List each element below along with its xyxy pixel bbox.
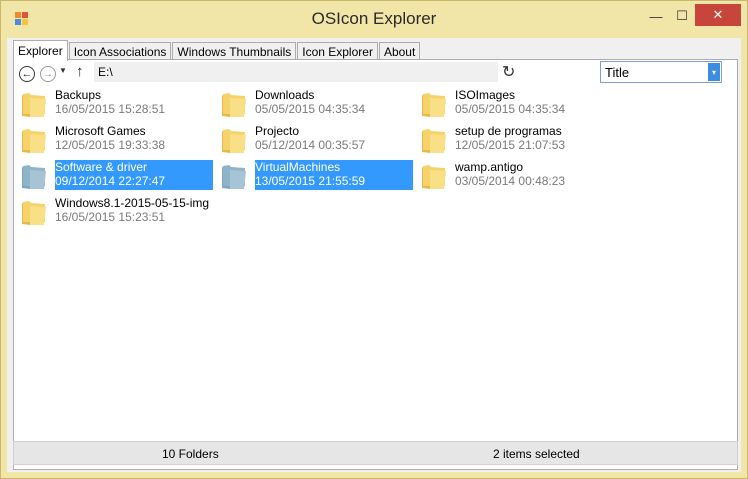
close-button[interactable]: ✕ — [695, 4, 741, 26]
list-item[interactable]: setup de programas 12/05/2015 21:07:53 — [415, 122, 615, 156]
folder-date: 09/12/2014 22:27:47 — [55, 174, 166, 188]
item-text: Backups 16/05/2015 15:28:51 — [55, 88, 213, 118]
folder-icon — [21, 162, 47, 190]
refresh-icon[interactable]: ↻ — [502, 62, 515, 82]
address-bar[interactable]: E:\ — [94, 62, 498, 82]
folder-name: Windows8.1-2015-05-15-img — [55, 196, 210, 210]
tab-strip: Explorer Icon Associations Windows Thumb… — [13, 40, 421, 61]
tab-explorer[interactable]: Explorer — [13, 40, 68, 61]
chevron-down-icon[interactable]: ▾ — [708, 63, 720, 81]
client-area: Explorer Icon Associations Windows Thumb… — [7, 38, 741, 472]
folder-icon — [421, 162, 447, 190]
folder-name: ISOImages — [455, 88, 516, 102]
folder-icon — [21, 198, 47, 226]
folder-name: Microsoft Games — [55, 124, 146, 138]
folder-date: 16/05/2015 15:23:51 — [55, 210, 166, 224]
app-window: OSIcon Explorer — ☐ ✕ Explorer Icon Asso… — [0, 0, 748, 479]
status-bar: 10 Folders 2 items selected — [13, 441, 738, 465]
folder-list: Backups 16/05/2015 15:28:51 Downloads 05… — [15, 86, 726, 436]
item-text: Microsoft Games 12/05/2015 19:33:38 — [55, 124, 213, 154]
maximize-button[interactable]: ☐ — [667, 5, 697, 27]
folder-icon — [421, 90, 447, 118]
title-bar[interactable]: OSIcon Explorer — ☐ ✕ — [1, 1, 747, 37]
forward-arrow-icon: → — [42, 68, 54, 80]
item-text: setup de programas 12/05/2015 21:07:53 — [455, 124, 613, 154]
folder-date: 05/05/2015 04:35:34 — [255, 102, 366, 116]
folder-name: Downloads — [255, 88, 315, 102]
folder-icon — [21, 126, 47, 154]
item-text: Software & driver 09/12/2014 22:27:47 — [55, 160, 213, 190]
list-item[interactable]: Software & driver 09/12/2014 22:27:47 — [15, 158, 215, 192]
sort-select[interactable]: Title ▾ — [600, 61, 722, 83]
item-text: Projecto 05/12/2014 00:35:57 — [255, 124, 413, 154]
item-text: Downloads 05/05/2015 04:35:34 — [255, 88, 413, 118]
folder-icon — [21, 90, 47, 118]
item-text: wamp.antigo 03/05/2014 00:48:23 — [455, 160, 613, 190]
folder-date: 03/05/2014 00:48:23 — [455, 174, 566, 188]
sort-select-value: Title — [605, 65, 630, 80]
folder-icon — [221, 162, 247, 190]
list-item[interactable]: wamp.antigo 03/05/2014 00:48:23 — [415, 158, 615, 192]
folder-date: 05/12/2014 00:35:57 — [255, 138, 366, 152]
folder-name: Projecto — [255, 124, 300, 138]
explorer-panel: ← → ▼ ↑ E:\ ↻ Title ▾ Backups 16/05/2015… — [13, 59, 738, 470]
folder-date: 13/05/2015 21:55:59 — [255, 174, 366, 188]
back-button[interactable]: ← — [19, 66, 35, 82]
list-item[interactable]: Windows8.1-2015-05-15-img 16/05/2015 15:… — [15, 194, 215, 228]
folder-name: Backups — [55, 88, 102, 102]
list-item[interactable]: Downloads 05/05/2015 04:35:34 — [215, 86, 415, 120]
folder-count: 10 Folders — [162, 447, 219, 461]
folder-date: 16/05/2015 15:28:51 — [55, 102, 166, 116]
list-item[interactable]: Microsoft Games 12/05/2015 19:33:38 — [15, 122, 215, 156]
folder-icon — [221, 90, 247, 118]
selection-count: 2 items selected — [493, 447, 580, 461]
item-text: ISOImages 05/05/2015 04:35:34 — [455, 88, 613, 118]
folder-name: setup de programas — [455, 124, 562, 138]
folder-name: wamp.antigo — [455, 160, 524, 174]
folder-name: Software & driver — [55, 160, 148, 174]
folder-icon — [421, 126, 447, 154]
list-item[interactable]: Backups 16/05/2015 15:28:51 — [15, 86, 215, 120]
forward-button[interactable]: → — [40, 66, 56, 82]
list-item[interactable]: Projecto 05/12/2014 00:35:57 — [215, 122, 415, 156]
folder-date: 12/05/2015 21:07:53 — [455, 138, 566, 152]
back-arrow-icon: ← — [21, 68, 33, 80]
history-dropdown-icon[interactable]: ▼ — [59, 66, 67, 75]
folder-icon — [221, 126, 247, 154]
up-arrow-icon[interactable]: ↑ — [76, 63, 84, 80]
folder-date: 05/05/2015 04:35:34 — [455, 102, 566, 116]
list-item[interactable]: ISOImages 05/05/2015 04:35:34 — [415, 86, 615, 120]
folder-name: VirtualMachines — [255, 160, 341, 174]
item-text: Windows8.1-2015-05-15-img 16/05/2015 15:… — [55, 196, 213, 226]
list-item[interactable]: VirtualMachines 13/05/2015 21:55:59 — [215, 158, 415, 192]
folder-date: 12/05/2015 19:33:38 — [55, 138, 166, 152]
window-title: OSIcon Explorer — [311, 9, 437, 28]
item-text: VirtualMachines 13/05/2015 21:55:59 — [255, 160, 413, 190]
